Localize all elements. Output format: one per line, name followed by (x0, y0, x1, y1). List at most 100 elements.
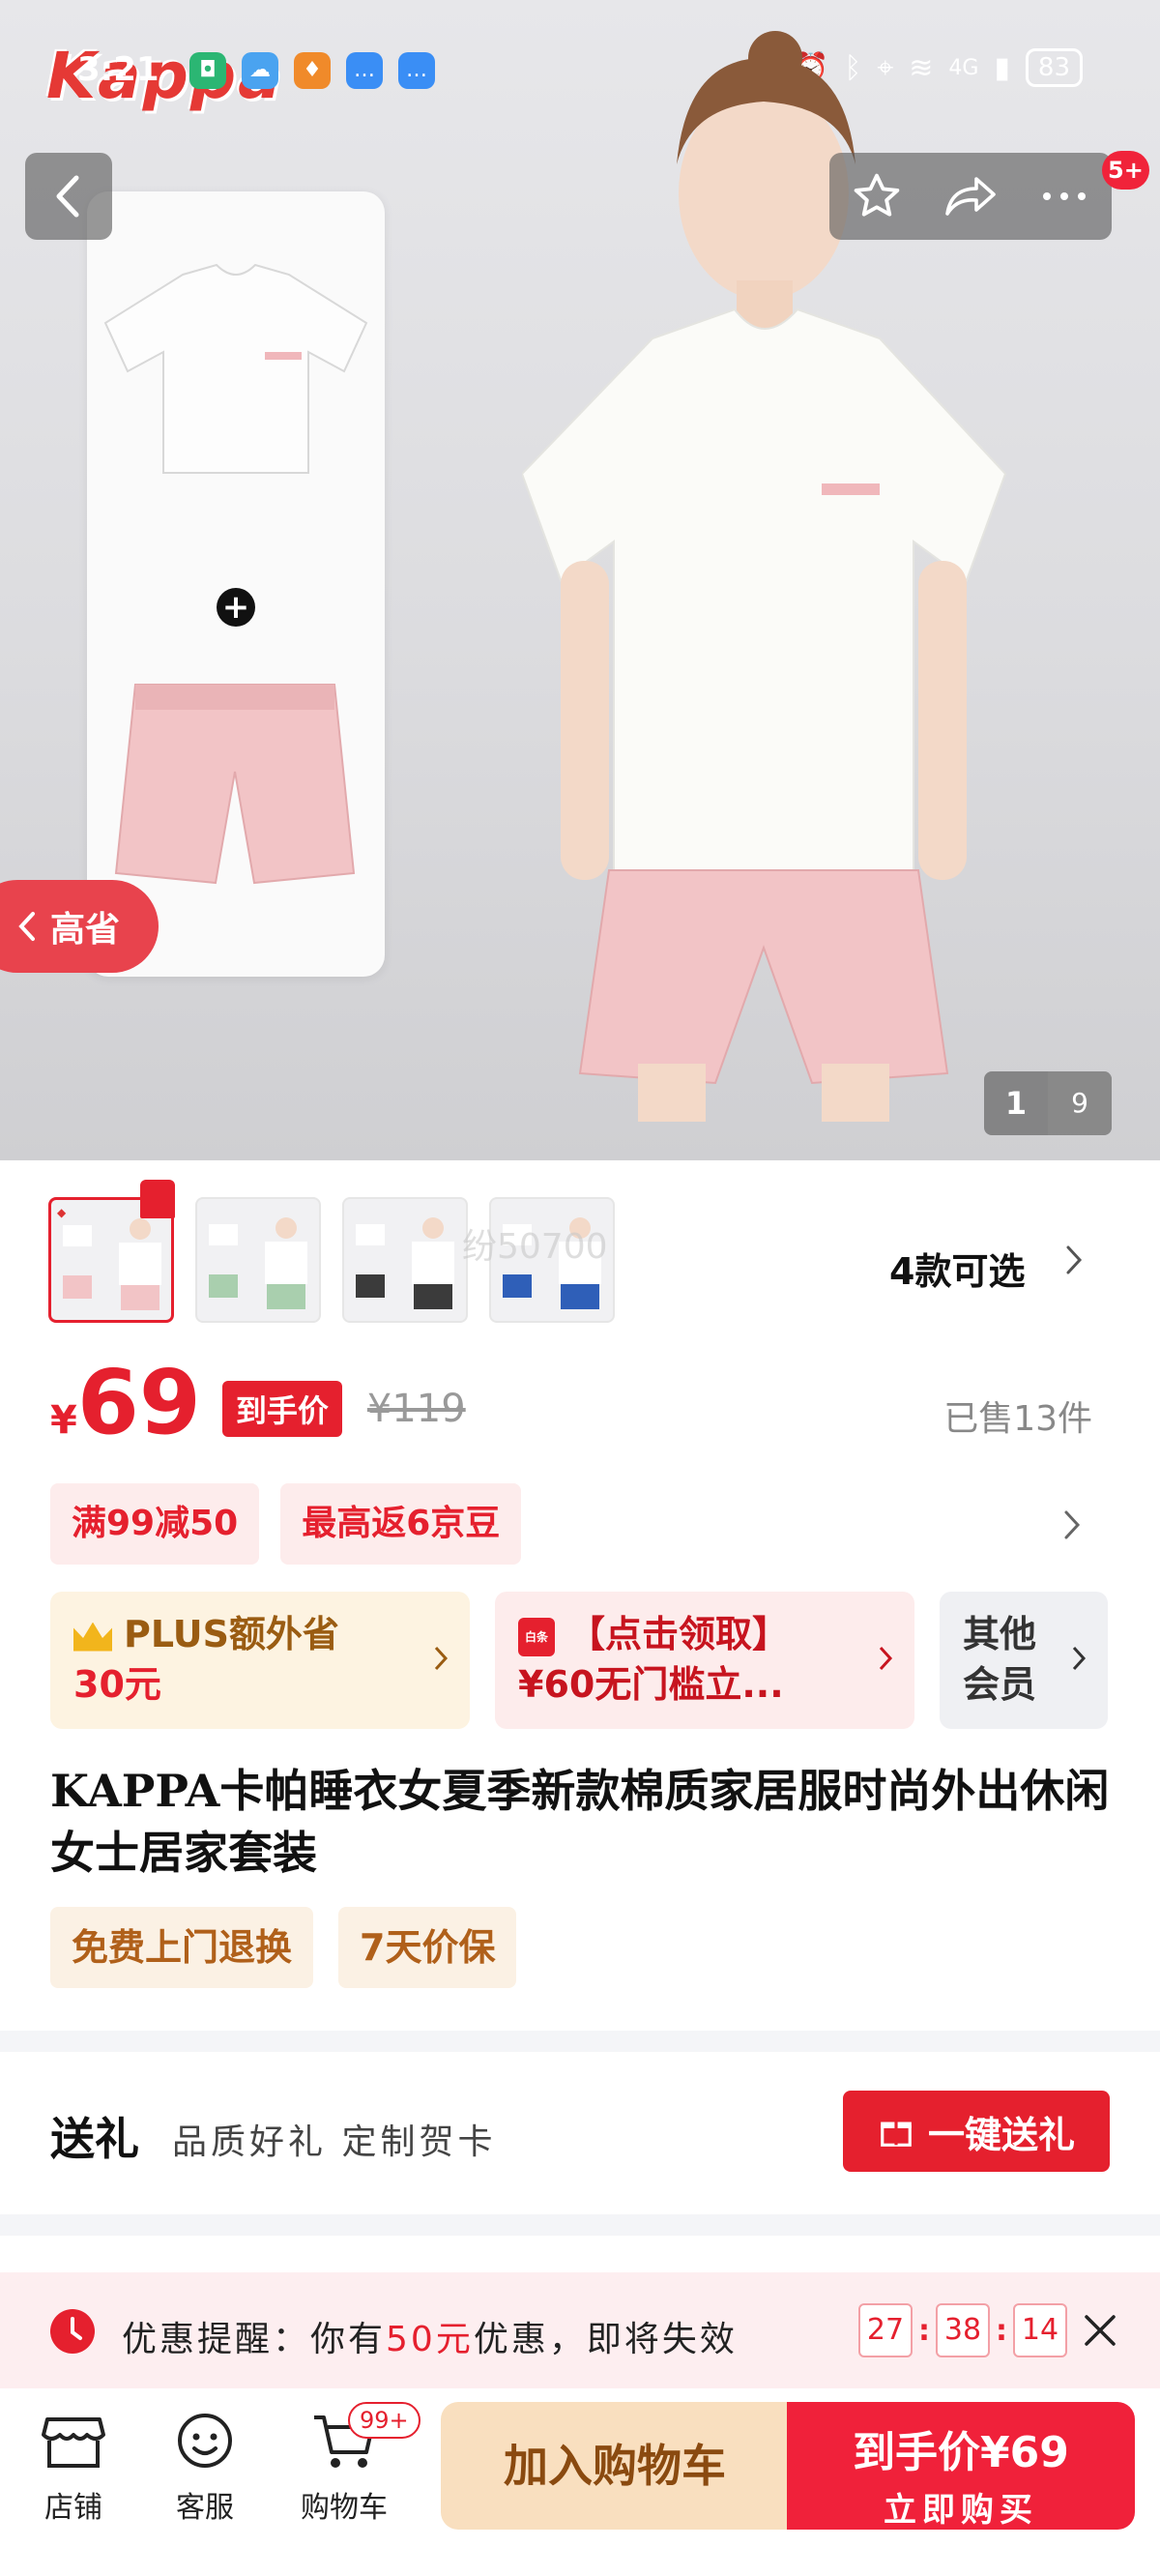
gift-description: 品质好礼 定制贺卡 (172, 2122, 497, 2162)
countdown-timer: 27 : 38 : 14 (858, 2303, 1067, 2357)
nav-store-label: 店铺 (44, 2491, 102, 2525)
tee-image (103, 263, 368, 474)
section-divider (0, 2214, 1160, 2236)
top-action-group (829, 153, 1112, 240)
countdown-seconds: 14 (1013, 2303, 1067, 2357)
watermark-text: 纷50700 (462, 1227, 608, 1267)
message-icon: … (346, 52, 383, 89)
side-tab-label: 高省 (50, 910, 121, 950)
original-price: ¥119 (366, 1387, 466, 1431)
variant-image (356, 1217, 454, 1309)
coupon-card[interactable]: 白条 【点击领取】 ¥60无门槛立... (495, 1592, 914, 1729)
thumbs-up-badge (140, 1180, 175, 1218)
coupon-reminder-banner[interactable]: 优惠提醒：你有50元优惠，即将失效 27 : 38 : 14 (0, 2272, 1160, 2388)
gaosheng-side-tab[interactable]: 高省 (0, 880, 159, 973)
chevron-right-icon (434, 1646, 449, 1671)
favorite-button[interactable] (838, 158, 915, 235)
back-button[interactable] (25, 153, 112, 240)
nav-store[interactable]: 店铺 (15, 2410, 131, 2526)
star-icon (854, 173, 899, 217)
notification-badge: 5+ (1102, 151, 1149, 190)
reminder-text: 优惠提醒：你有50元优惠，即将失效 (122, 2311, 738, 2361)
deal-price-tag: 到手价 (221, 1381, 342, 1437)
page-current: 1 (1004, 1085, 1028, 1122)
coupon-label: 【点击领取】 (568, 1613, 790, 1655)
app-notification-icon: ◘ (189, 52, 226, 89)
variant-thumb-green[interactable] (195, 1197, 321, 1323)
status-time: 3:21 (77, 50, 160, 89)
customer-service-icon (178, 2414, 232, 2468)
one-click-gift-button[interactable]: 一键送礼 (843, 2091, 1110, 2172)
share-button[interactable] (932, 158, 1009, 235)
plus-icon: + (217, 588, 255, 627)
chevron-left-icon (18, 912, 35, 941)
other-label-1: 其他 (963, 1613, 1037, 1655)
variant-image (209, 1217, 307, 1309)
chevron-right-icon (879, 1646, 893, 1671)
image-page-indicator: 1 9 (984, 1071, 1112, 1135)
sold-count: 已售13件 (943, 1399, 1092, 1439)
clock-icon (50, 2309, 95, 2354)
variant-count-link[interactable]: 4款可选 (889, 1242, 1025, 1295)
variant-image (63, 1218, 161, 1310)
share-icon (945, 177, 996, 216)
gift-title: 送礼 (50, 2113, 139, 2165)
chevron-right-icon[interactable] (1063, 1244, 1085, 1276)
page-total: 9 (1048, 1071, 1112, 1135)
app-notification-icon: ♦ (294, 52, 331, 89)
weather-icon: ☁ (242, 52, 278, 89)
service-tag-free-return[interactable]: 免费上门退换 (50, 1907, 314, 1988)
coupon-detail: ¥60无门槛立... (518, 1663, 784, 1706)
buy-now-label: 立即购买 (884, 2491, 1038, 2530)
close-icon[interactable] (1081, 2311, 1119, 2350)
nav-cart-label: 购物车 (301, 2491, 388, 2525)
baitiao-icon: 白条 (518, 1617, 555, 1656)
variant-thumb-black[interactable] (342, 1197, 468, 1323)
gift-section: 送礼 品质好礼 定制贺卡 一键送礼 (0, 2073, 1160, 2201)
crown-icon (73, 1622, 112, 1652)
promo-chip-jingdou[interactable]: 最高返6京豆 (280, 1483, 522, 1565)
gift-icon (881, 2122, 912, 2147)
buy-now-button[interactable]: 到手价¥69 立即购买 (787, 2402, 1135, 2530)
other-membership-card[interactable]: 其他 会员 (940, 1592, 1108, 1729)
gift-button-label: 一键送礼 (927, 2113, 1075, 2156)
more-button[interactable] (1026, 158, 1103, 235)
countdown-hours: 27 (858, 2303, 913, 2357)
chevron-right-icon (1072, 1646, 1087, 1671)
add-to-cart-button[interactable]: 加入购物车 (441, 2402, 789, 2530)
service-tag-price-protect[interactable]: 7天价保 (338, 1907, 517, 1988)
outfit-combo-card: + (87, 191, 385, 977)
product-title: KAPPA卡帕睡衣女夏季新款棉质家居服时尚外出休闲女士居家套装 (50, 1765, 1110, 1879)
other-label-2: 会员 (963, 1663, 1037, 1706)
currency-symbol: ¥ (50, 1398, 77, 1443)
reminder-amount: 50元 (386, 2320, 474, 2359)
product-image-gallery[interactable]: Kappa 3:21 ◘ ☁ ♦ … … ◉ ⏰ ᛒ ⌖ ≋ 4G ▮ 83 + (0, 0, 1160, 1160)
plus-label: PLUS额外省 (124, 1613, 339, 1655)
chevron-right-icon[interactable] (1061, 1508, 1083, 1541)
reminder-prefix: 优惠提醒：你有 (122, 2320, 387, 2359)
countdown-minutes: 38 (936, 2303, 990, 2357)
chevron-left-icon (56, 175, 79, 218)
plus-amount: 30元 (73, 1663, 161, 1706)
benefit-cards: PLUS额外省 30元 白条 【点击领取】 ¥60无门槛立... 其他 会员 (50, 1592, 1108, 1729)
nav-service-label: 客服 (176, 2491, 234, 2525)
nav-cart[interactable]: 99+ 购物车 (286, 2402, 420, 2526)
service-tags: 免费上门退换 7天价保 (50, 1907, 517, 1988)
cart-count-badge: 99+ (348, 2402, 420, 2439)
final-price: 69 (76, 1351, 201, 1454)
promo-chip-discount[interactable]: 满99减50 (50, 1483, 260, 1565)
promotion-chips[interactable]: 满99减50 最高返6京豆 (50, 1483, 522, 1565)
plus-savings-card[interactable]: PLUS额外省 30元 (50, 1592, 470, 1729)
battery-indicator: 83 (1025, 48, 1083, 87)
message-icon: … (398, 52, 435, 89)
shorts-image (114, 684, 356, 885)
section-divider (0, 2031, 1160, 2052)
mini-logo-icon: ◆ (57, 1206, 67, 1219)
buy-now-price: 到手价¥69 (853, 2428, 1069, 2477)
price-row: ¥ 69 到手价 ¥119 (50, 1359, 466, 1449)
bottom-action-bar: 店铺 客服 99+ 购物车 加入购物车 到手价¥69 立即购买 (0, 2388, 1160, 2576)
store-icon (42, 2417, 105, 2468)
nav-customer-service[interactable]: 客服 (147, 2410, 263, 2526)
more-dots-icon (1043, 192, 1087, 200)
reminder-suffix: 优惠，即将失效 (473, 2320, 738, 2359)
